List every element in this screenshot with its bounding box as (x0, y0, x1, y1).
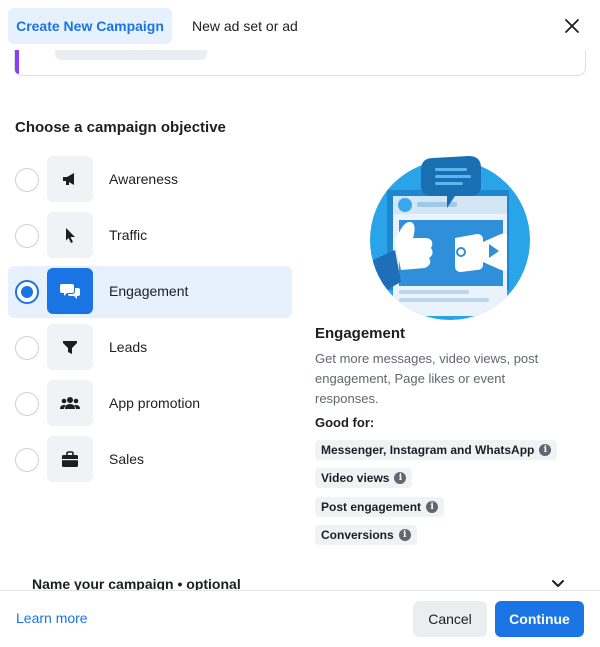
objective-label: App promotion (109, 395, 201, 411)
section-title: Choose a campaign objective (15, 119, 226, 136)
objective-label: Sales (109, 451, 145, 467)
dialog-header: Create New Campaign New ad set or ad (0, 0, 600, 52)
funnel-icon (47, 324, 93, 370)
cancel-button[interactable]: Cancel (413, 601, 487, 637)
cursor-icon (47, 212, 93, 258)
chip-label: Post engagement (321, 500, 422, 514)
card-accent-stripe (15, 50, 19, 74)
previous-section-card (14, 50, 586, 76)
radio-traffic[interactable] (15, 224, 39, 248)
radio-leads[interactable] (15, 336, 39, 360)
good-for-chip: Conversions i (315, 525, 417, 545)
info-icon[interactable]: i (394, 472, 407, 484)
objective-engagement[interactable]: Engagement (8, 266, 292, 318)
tab-create-new-campaign[interactable]: Create New Campaign (8, 8, 172, 44)
close-button[interactable] (558, 12, 586, 40)
objective-leads[interactable]: Leads (8, 322, 292, 374)
good-for-label: Good for: (315, 415, 375, 430)
objective-label: Awareness (109, 171, 179, 187)
objective-label: Leads (109, 339, 148, 355)
info-icon[interactable]: i (426, 501, 439, 513)
objective-label: Engagement (109, 283, 189, 299)
dialog-footer: Learn more Cancel Continue (0, 590, 600, 647)
objective-app-promotion[interactable]: App promotion (8, 378, 292, 430)
good-for-chip: Messenger, Instagram and WhatsApp i (315, 440, 558, 460)
chip-label: Video views (321, 471, 390, 485)
chip-label: Messenger, Instagram and WhatsApp (321, 443, 535, 457)
objective-awareness[interactable]: Awareness (8, 154, 292, 206)
radio-engagement[interactable] (15, 280, 39, 304)
continue-button[interactable]: Continue (495, 601, 584, 637)
objective-detail-title: Engagement (315, 325, 406, 342)
placeholder-bar (55, 50, 207, 60)
engagement-illustration (365, 150, 535, 322)
info-icon[interactable]: i (539, 444, 552, 456)
megaphone-icon (47, 156, 93, 202)
close-icon (565, 19, 579, 33)
chip-label: Conversions (321, 528, 394, 542)
radio-sales[interactable] (15, 448, 39, 472)
objective-detail-description: Get more messages, video views, post eng… (315, 351, 539, 406)
radio-awareness[interactable] (15, 168, 39, 192)
shopping-bag-icon (47, 436, 93, 482)
learn-more-link[interactable]: Learn more (16, 610, 88, 626)
people-icon (47, 380, 93, 426)
objective-label: Traffic (109, 227, 148, 243)
good-for-chip: Post engagement i (315, 497, 445, 517)
tab-new-ad-set-or-ad[interactable]: New ad set or ad (180, 8, 310, 44)
objective-sales[interactable]: Sales (8, 434, 292, 486)
radio-app-promotion[interactable] (15, 392, 39, 416)
chat-bubbles-icon (47, 268, 93, 314)
good-for-chip: Video views i (315, 468, 413, 488)
info-icon[interactable]: i (398, 529, 411, 541)
objective-traffic[interactable]: Traffic (8, 210, 292, 262)
